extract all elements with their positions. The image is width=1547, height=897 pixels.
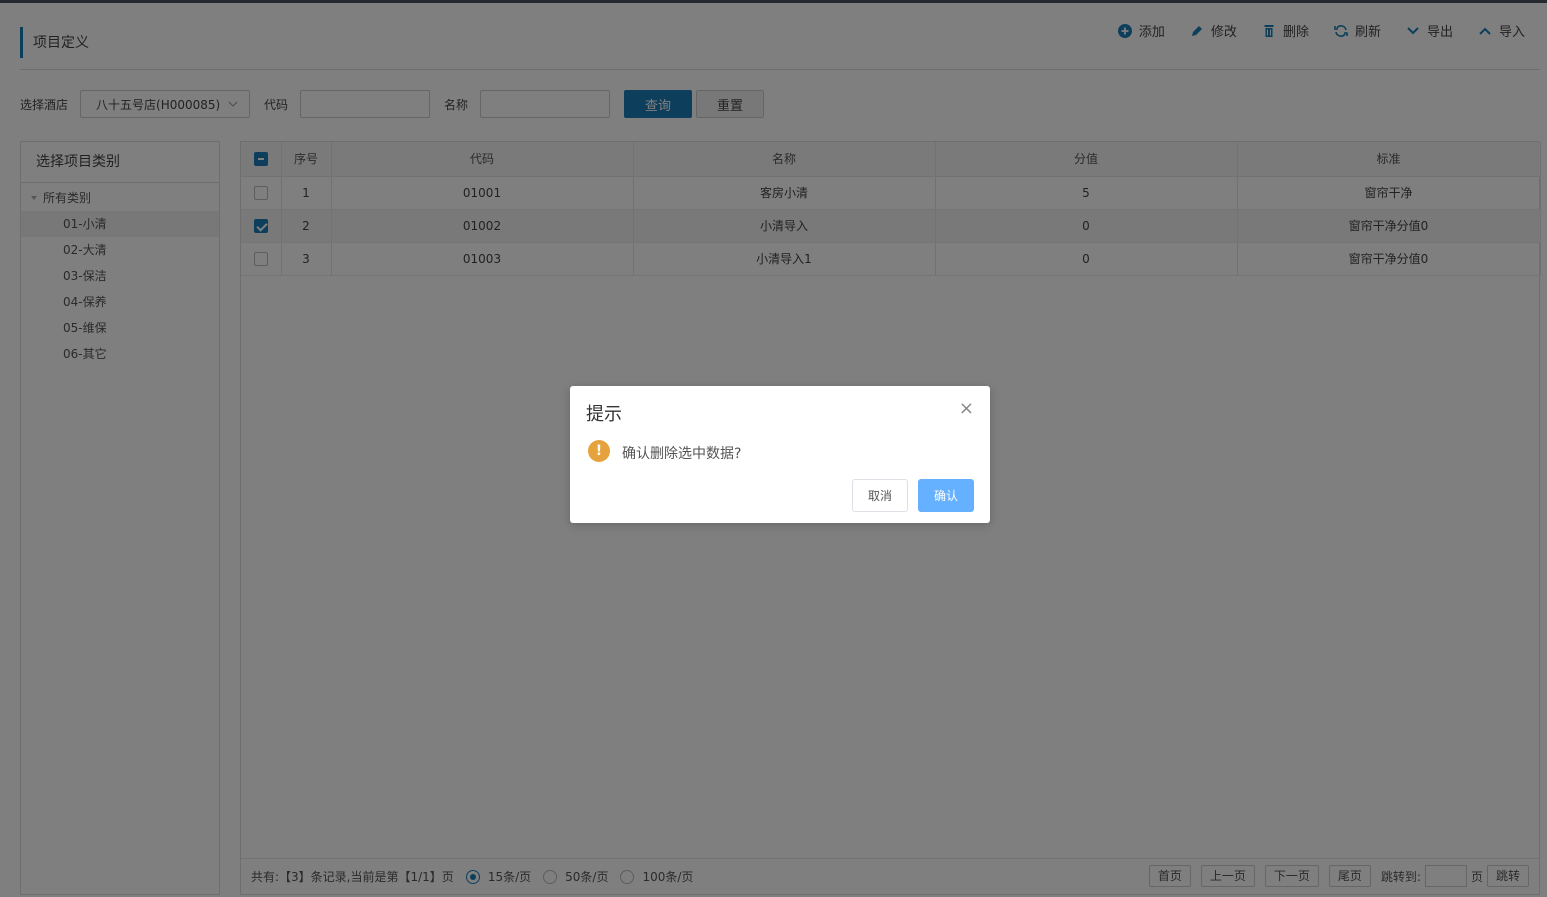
confirm-button[interactable]: 确认 <box>918 479 974 512</box>
warning-icon: ! <box>588 440 610 462</box>
confirm-dialog: 提示 × ! 确认删除选中数据? 取消 确认 <box>570 386 990 523</box>
cancel-button[interactable]: 取消 <box>852 479 908 512</box>
close-icon[interactable]: × <box>959 400 974 418</box>
dialog-title: 提示 <box>586 404 622 425</box>
dialog-message: 确认删除选中数据? <box>622 446 742 462</box>
